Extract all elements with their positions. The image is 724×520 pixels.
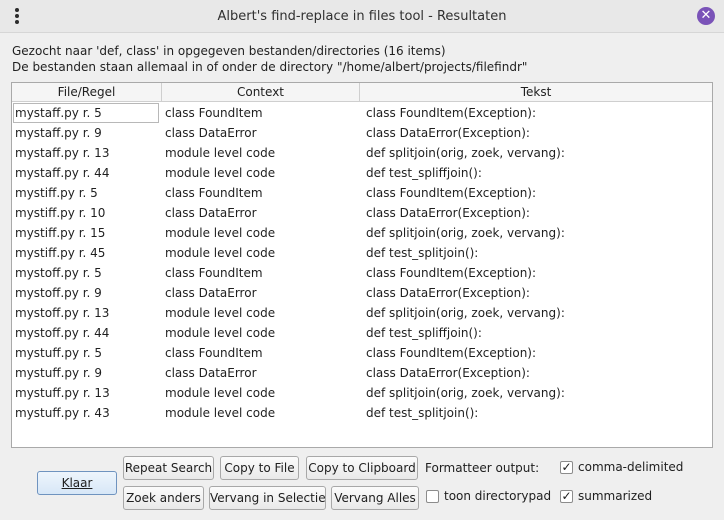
toon-directorypad-checkbox[interactable] [426,490,439,503]
cell-tekst: class DataError(Exception): [366,206,530,220]
close-icon[interactable]: ✕ [697,7,715,25]
cell-context: class DataError [165,366,257,380]
cell-tekst: class FoundItem(Exception): [366,266,537,280]
cell-context: module level code [165,226,276,240]
directory-summary-line: De bestanden staan allemaal in of onder … [12,60,528,74]
cell-context: class DataError [165,286,257,300]
cell-file: mystaff.py r. 9 [15,126,102,140]
table-row[interactable]: mystuff.py r. 13 module level code def spl… [12,383,712,403]
table-row[interactable]: mystaff.py r. 9 class DataError class Data… [12,123,712,143]
cell-context: module level code [165,406,276,420]
cell-context: class FoundItem [165,346,263,360]
results-table[interactable]: File/Regel Context Tekst mystaff.py r. 5… [11,82,713,448]
cell-tekst: class DataError(Exception): [366,366,530,380]
table-row[interactable]: mystuff.py r. 9 class DataError class Data… [12,363,712,383]
zoek-anders-button[interactable]: Zoek anders [123,486,204,510]
cell-file: mystuff.py r. 5 [15,346,103,360]
cell-file: mystoff.py r. 5 [15,266,102,280]
cell-tekst: class DataError(Exception): [366,126,530,140]
cell-tekst: class FoundItem(Exception): [366,106,537,120]
cell-context: module level code [165,386,276,400]
cell-context: class FoundItem [165,186,263,200]
comma-delimited-checkbox[interactable]: ✓ [560,461,573,474]
column-header-file[interactable]: File/Regel [12,83,162,102]
column-header-tekst[interactable]: Tekst [360,83,712,102]
cell-context: module level code [165,326,276,340]
search-summary: Gezocht naar 'def, class' in opgegeven b… [12,43,712,75]
cell-file: mystiff.py r. 5 [15,186,98,200]
table-row[interactable]: mystaff.py r. 13 module level code def spl… [12,143,712,163]
cell-context: class FoundItem [165,106,263,120]
table-row[interactable]: mystoff.py r. 5 class FoundItem class Foun… [12,263,712,283]
repeat-search-button[interactable]: Repeat Search [123,456,214,480]
search-summary-line: Gezocht naar 'def, class' in opgegeven b… [12,44,446,58]
comma-delimited-label[interactable]: comma-delimited [578,459,683,475]
table-row[interactable]: mystiff.py r. 15 module level code def spl… [12,223,712,243]
check-icon: ✓ [561,489,572,503]
table-row[interactable]: mystuff.py r. 5 class FoundItem class Foun… [12,343,712,363]
vervang-alles-button[interactable]: Vervang Alles [331,486,419,510]
cell-context: module level code [165,166,276,180]
summarized-label[interactable]: summarized [578,488,652,504]
cell-file: mystiff.py r. 15 [15,226,106,240]
cell-tekst: def splitjoin(orig, zoek, vervang): [366,226,565,240]
title-bar: Albert's find-replace in files tool - Re… [0,0,724,33]
cell-tekst: def splitjoin(orig, zoek, vervang): [366,306,565,320]
table-row[interactable]: mystuff.py r. 43 module level code def tes… [12,403,712,423]
cell-file: mystiff.py r. 10 [15,206,106,220]
table-row[interactable]: mystiff.py r. 45 module level code def tes… [12,243,712,263]
cell-tekst: def test_splitjoin(): [366,406,479,420]
cell-tekst: def test_spliffjoin(): [366,166,482,180]
cell-context: class FoundItem [165,266,263,280]
table-row[interactable]: mystoff.py r. 9 class DataError class Data… [12,283,712,303]
klaar-button[interactable]: Klaar [37,471,117,495]
cell-context: module level code [165,146,276,160]
cell-context: module level code [165,246,276,260]
cell-file: mystoff.py r. 9 [15,286,102,300]
copy-to-file-button[interactable]: Copy to File [220,456,299,480]
cell-context: class DataError [165,126,257,140]
cell-file: mystiff.py r. 45 [15,246,106,260]
cell-context: module level code [165,306,276,320]
format-output-label: Formatteer output: [425,461,540,475]
cell-tekst: class DataError(Exception): [366,286,530,300]
cell-context: class DataError [165,206,257,220]
klaar-button-label: Klaar [61,476,93,490]
cell-file: mystaff.py r. 5 [13,103,159,123]
toon-directorypad-label[interactable]: toon directorypad [444,488,551,504]
cell-file: mystoff.py r. 13 [15,306,110,320]
cell-file: mystuff.py r. 9 [15,366,103,380]
table-row[interactable]: mystiff.py r. 5 class FoundItem class Foun… [12,183,712,203]
column-header-context[interactable]: Context [162,83,360,102]
cell-tekst: def splitjoin(orig, zoek, vervang): [366,386,565,400]
cell-tekst: class FoundItem(Exception): [366,346,537,360]
table-row[interactable]: mystoff.py r. 13 module level code def spl… [12,303,712,323]
copy-to-clipboard-button[interactable]: Copy to Clipboard [306,456,418,480]
cell-tekst: def test_splitjoin(): [366,246,479,260]
cell-tekst: def test_spliffjoin(): [366,326,482,340]
table-row[interactable]: mystiff.py r. 10 class DataError class Dat… [12,203,712,223]
cell-file: mystuff.py r. 13 [15,386,110,400]
vervang-in-selectie-button[interactable]: Vervang in Selectie [209,486,326,510]
summarized-checkbox[interactable]: ✓ [560,490,573,503]
cell-file: mystaff.py r. 44 [15,166,110,180]
cell-tekst: def splitjoin(orig, zoek, vervang): [366,146,565,160]
table-header: File/Regel Context Tekst [12,83,712,102]
cell-file: mystoff.py r. 44 [15,326,110,340]
table-row[interactable]: mystoff.py r. 44 module level code def tes… [12,323,712,343]
table-row[interactable]: mystaff.py r. 5 class FoundItem class Foun… [12,103,712,123]
check-icon: ✓ [561,460,572,474]
table-row[interactable]: mystaff.py r. 44 module level code def tes… [12,163,712,183]
cell-file: mystaff.py r. 13 [15,146,110,160]
window-title: Albert's find-replace in files tool - Re… [217,9,507,24]
cell-tekst: class FoundItem(Exception): [366,186,537,200]
cell-file: mystuff.py r. 43 [15,406,110,420]
